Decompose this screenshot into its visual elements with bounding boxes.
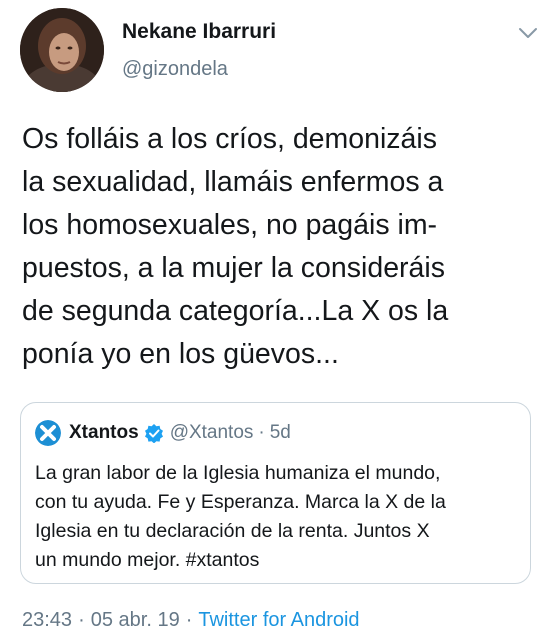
quoted-tweet-header: Xtantos @Xtantos · 5d bbox=[35, 419, 291, 447]
tweet-time[interactable]: 23:43 bbox=[22, 609, 72, 631]
quoted-tweet-text: La gran labor de la Iglesia humaniza el … bbox=[35, 459, 520, 575]
quoted-text-line: un mundo mejor. #xtantos bbox=[35, 549, 260, 571]
quoted-text-line: con tu ayuda. Fe y Esperanza. Marca la X… bbox=[35, 491, 446, 513]
quoted-timestamp[interactable]: 5d bbox=[270, 422, 291, 444]
tweet-text-line: la sexualidad, llamáis enfermos a bbox=[22, 166, 444, 198]
quoted-text-line: Iglesia en tu declaración de la renta. J… bbox=[35, 520, 430, 542]
chevron-down-icon[interactable] bbox=[518, 26, 538, 40]
avatar-photo bbox=[20, 8, 104, 92]
separator-dot: · bbox=[185, 609, 193, 631]
tweet-text-line: ponía yo en los güevos... bbox=[22, 338, 339, 370]
quoted-text-line: La gran labor de la Iglesia humaniza el … bbox=[35, 462, 441, 484]
tweet-source-link[interactable]: Twitter for Android bbox=[198, 609, 359, 631]
separator-dot: · bbox=[258, 422, 265, 443]
verified-badge-icon bbox=[144, 424, 163, 443]
tweet-text-line: Os folláis a los críos, demonizáis bbox=[22, 123, 437, 155]
quoted-author-name[interactable]: Xtantos bbox=[69, 422, 139, 444]
tweet-card: Nekane Ibarruri @gizondela Os folláis a … bbox=[0, 0, 551, 640]
tweet-text: Os folláis a los críos, demonizáis la se… bbox=[22, 118, 537, 376]
tweet-text-line: los homosexuales, no pagáis im- bbox=[22, 209, 438, 241]
xtantos-logo[interactable] bbox=[35, 420, 61, 446]
author-handle[interactable]: @gizondela bbox=[122, 58, 228, 81]
tweet-metadata: 23:43 · 05 abr. 19 · Twitter for Android bbox=[22, 609, 360, 632]
tweet-text-line: puestos, a la mujer la consideráis bbox=[22, 252, 445, 284]
quoted-tweet[interactable]: Xtantos @Xtantos · 5d La gran labor de l… bbox=[20, 402, 531, 584]
avatar[interactable] bbox=[20, 8, 104, 92]
tweet-date[interactable]: 05 abr. 19 bbox=[91, 609, 180, 631]
quoted-author-handle[interactable]: @Xtantos bbox=[170, 422, 254, 444]
author-name[interactable]: Nekane Ibarruri bbox=[122, 20, 276, 44]
separator-dot: · bbox=[78, 609, 85, 631]
tweet-text-line: de segunda categoría...La X os la bbox=[22, 295, 449, 327]
